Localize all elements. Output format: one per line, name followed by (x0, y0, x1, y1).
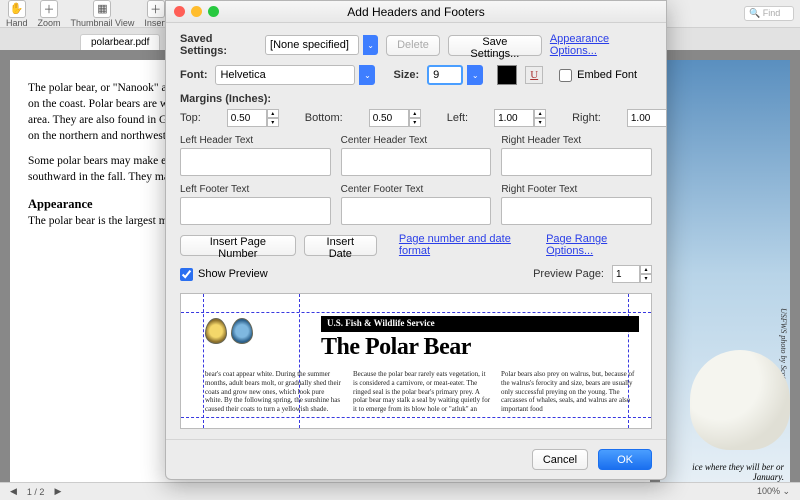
preview-pane: U.S. Fish & Wildlife Service The Polar B… (180, 293, 652, 429)
margins-label: Margins (Inches): (180, 93, 652, 105)
save-settings-button[interactable]: Save Settings... (448, 35, 542, 56)
page-indicator: 1 / 2 (27, 487, 45, 497)
center-footer-label: Center Footer Text (341, 184, 492, 195)
page-number-format-link[interactable]: Page number and date format (399, 233, 538, 257)
nav-next-icon[interactable]: ▶ (54, 486, 61, 497)
preview-title: The Polar Bear (321, 334, 471, 361)
font-select[interactable]: Helvetica (215, 65, 355, 85)
chevron-down-icon: ▾ (409, 118, 421, 127)
appearance-options-link[interactable]: Appearance Options... (550, 33, 652, 57)
preview-column: bear's coat appear white. During the sum… (205, 370, 343, 420)
center-header-input[interactable] (341, 148, 492, 176)
saved-settings-label: Saved Settings: (180, 33, 257, 57)
dialog-title: Add Headers and Footers (347, 5, 484, 19)
left-footer-input[interactable] (180, 197, 331, 225)
margin-left-label: Left: (447, 112, 468, 124)
preview-agency-bar: U.S. Fish & Wildlife Service (321, 316, 639, 332)
document-photo: USFWS photo by Scott Schliebe ice where … (660, 60, 790, 490)
margin-top-input[interactable]: ▴▾ (227, 109, 279, 127)
saved-settings-select[interactable]: [None specified] (265, 35, 359, 55)
maximize-icon[interactable] (208, 6, 219, 17)
insert-page-number-button[interactable]: Insert Page Number (180, 235, 296, 256)
zoom-icon: ＋ (40, 0, 58, 18)
tool-thumbnail[interactable]: ▦Thumbnail View (71, 0, 135, 28)
plus-icon: ＋ (147, 0, 165, 18)
hand-icon: ✋ (8, 0, 26, 18)
chevron-down-icon[interactable]: ⌄ (359, 65, 375, 85)
tool-insert[interactable]: ＋Insert (144, 0, 167, 28)
window-controls (174, 6, 219, 17)
tool-hand[interactable]: ✋Hand (6, 0, 28, 28)
right-footer-label: Right Footer Text (501, 184, 652, 195)
font-color-swatch[interactable] (497, 65, 517, 85)
headers-footers-dialog: Add Headers and Footers Saved Settings: … (165, 0, 667, 480)
margin-right-label: Right: (572, 112, 601, 124)
file-tab[interactable]: polarbear.pdf (80, 34, 160, 50)
preview-page-input[interactable]: ▴▾ (612, 265, 652, 283)
margin-bottom-input[interactable]: ▴▾ (369, 109, 421, 127)
font-label: Font: (180, 69, 207, 81)
margin-left-input[interactable]: ▴▾ (494, 109, 546, 127)
dialog-titlebar: Add Headers and Footers (166, 1, 666, 23)
center-footer-input[interactable] (341, 197, 492, 225)
chevron-up-icon: ▴ (534, 109, 546, 118)
center-header-label: Center Header Text (341, 135, 492, 146)
chevron-down-icon: ▾ (640, 274, 652, 283)
seal-icon (205, 318, 253, 344)
grid-icon: ▦ (93, 0, 111, 18)
nav-prev-icon[interactable]: ◀ (10, 486, 17, 497)
preview-column: Because the polar bear rarely eats veget… (353, 370, 491, 420)
font-size-input[interactable] (427, 65, 463, 85)
chevron-down-icon[interactable]: ⌄ (363, 35, 378, 55)
chevron-down-icon: ▾ (267, 118, 279, 127)
status-bar: ◀ 1 / 2 ▶ 100% ⌄ (0, 482, 800, 500)
chevron-up-icon: ▴ (267, 109, 279, 118)
chevron-up-icon: ▴ (640, 265, 652, 274)
preview-page-label: Preview Page: (533, 268, 604, 280)
close-icon[interactable] (174, 6, 185, 17)
delete-button[interactable]: Delete (386, 35, 440, 56)
chevron-down-icon: ▾ (534, 118, 546, 127)
embed-font-checkbox[interactable]: Embed Font (559, 69, 637, 82)
underline-toggle[interactable]: U (525, 66, 543, 84)
cancel-button[interactable]: Cancel (532, 449, 588, 470)
left-header-input[interactable] (180, 148, 331, 176)
right-footer-input[interactable] (501, 197, 652, 225)
page-range-options-link[interactable]: Page Range Options... (546, 233, 652, 257)
zoom-indicator[interactable]: 100% ⌄ (757, 486, 790, 497)
chevron-down-icon[interactable]: ⌄ (467, 65, 483, 85)
margin-bottom-label: Bottom: (305, 112, 343, 124)
show-preview-checkbox[interactable]: Show Preview (180, 268, 268, 281)
right-header-label: Right Header Text (501, 135, 652, 146)
photo-caption: ice where they will ber or January. (660, 462, 784, 482)
ok-button[interactable]: OK (598, 449, 652, 470)
chevron-up-icon: ▴ (409, 109, 421, 118)
find-input[interactable]: 🔍 Find (744, 6, 794, 21)
tool-zoom[interactable]: ＋Zoom (38, 0, 61, 28)
size-label: Size: (393, 69, 419, 81)
minimize-icon[interactable] (191, 6, 202, 17)
insert-date-button[interactable]: Insert Date (304, 235, 377, 256)
margin-right-input[interactable]: ▴▾ (627, 109, 666, 127)
left-footer-label: Left Footer Text (180, 184, 331, 195)
left-header-label: Left Header Text (180, 135, 331, 146)
photo-credit: USFWS photo by Scott Schliebe (779, 308, 788, 410)
right-header-input[interactable] (501, 148, 652, 176)
margin-top-label: Top: (180, 112, 201, 124)
preview-column: Polar bears also prey on walrus, but, be… (501, 370, 639, 420)
